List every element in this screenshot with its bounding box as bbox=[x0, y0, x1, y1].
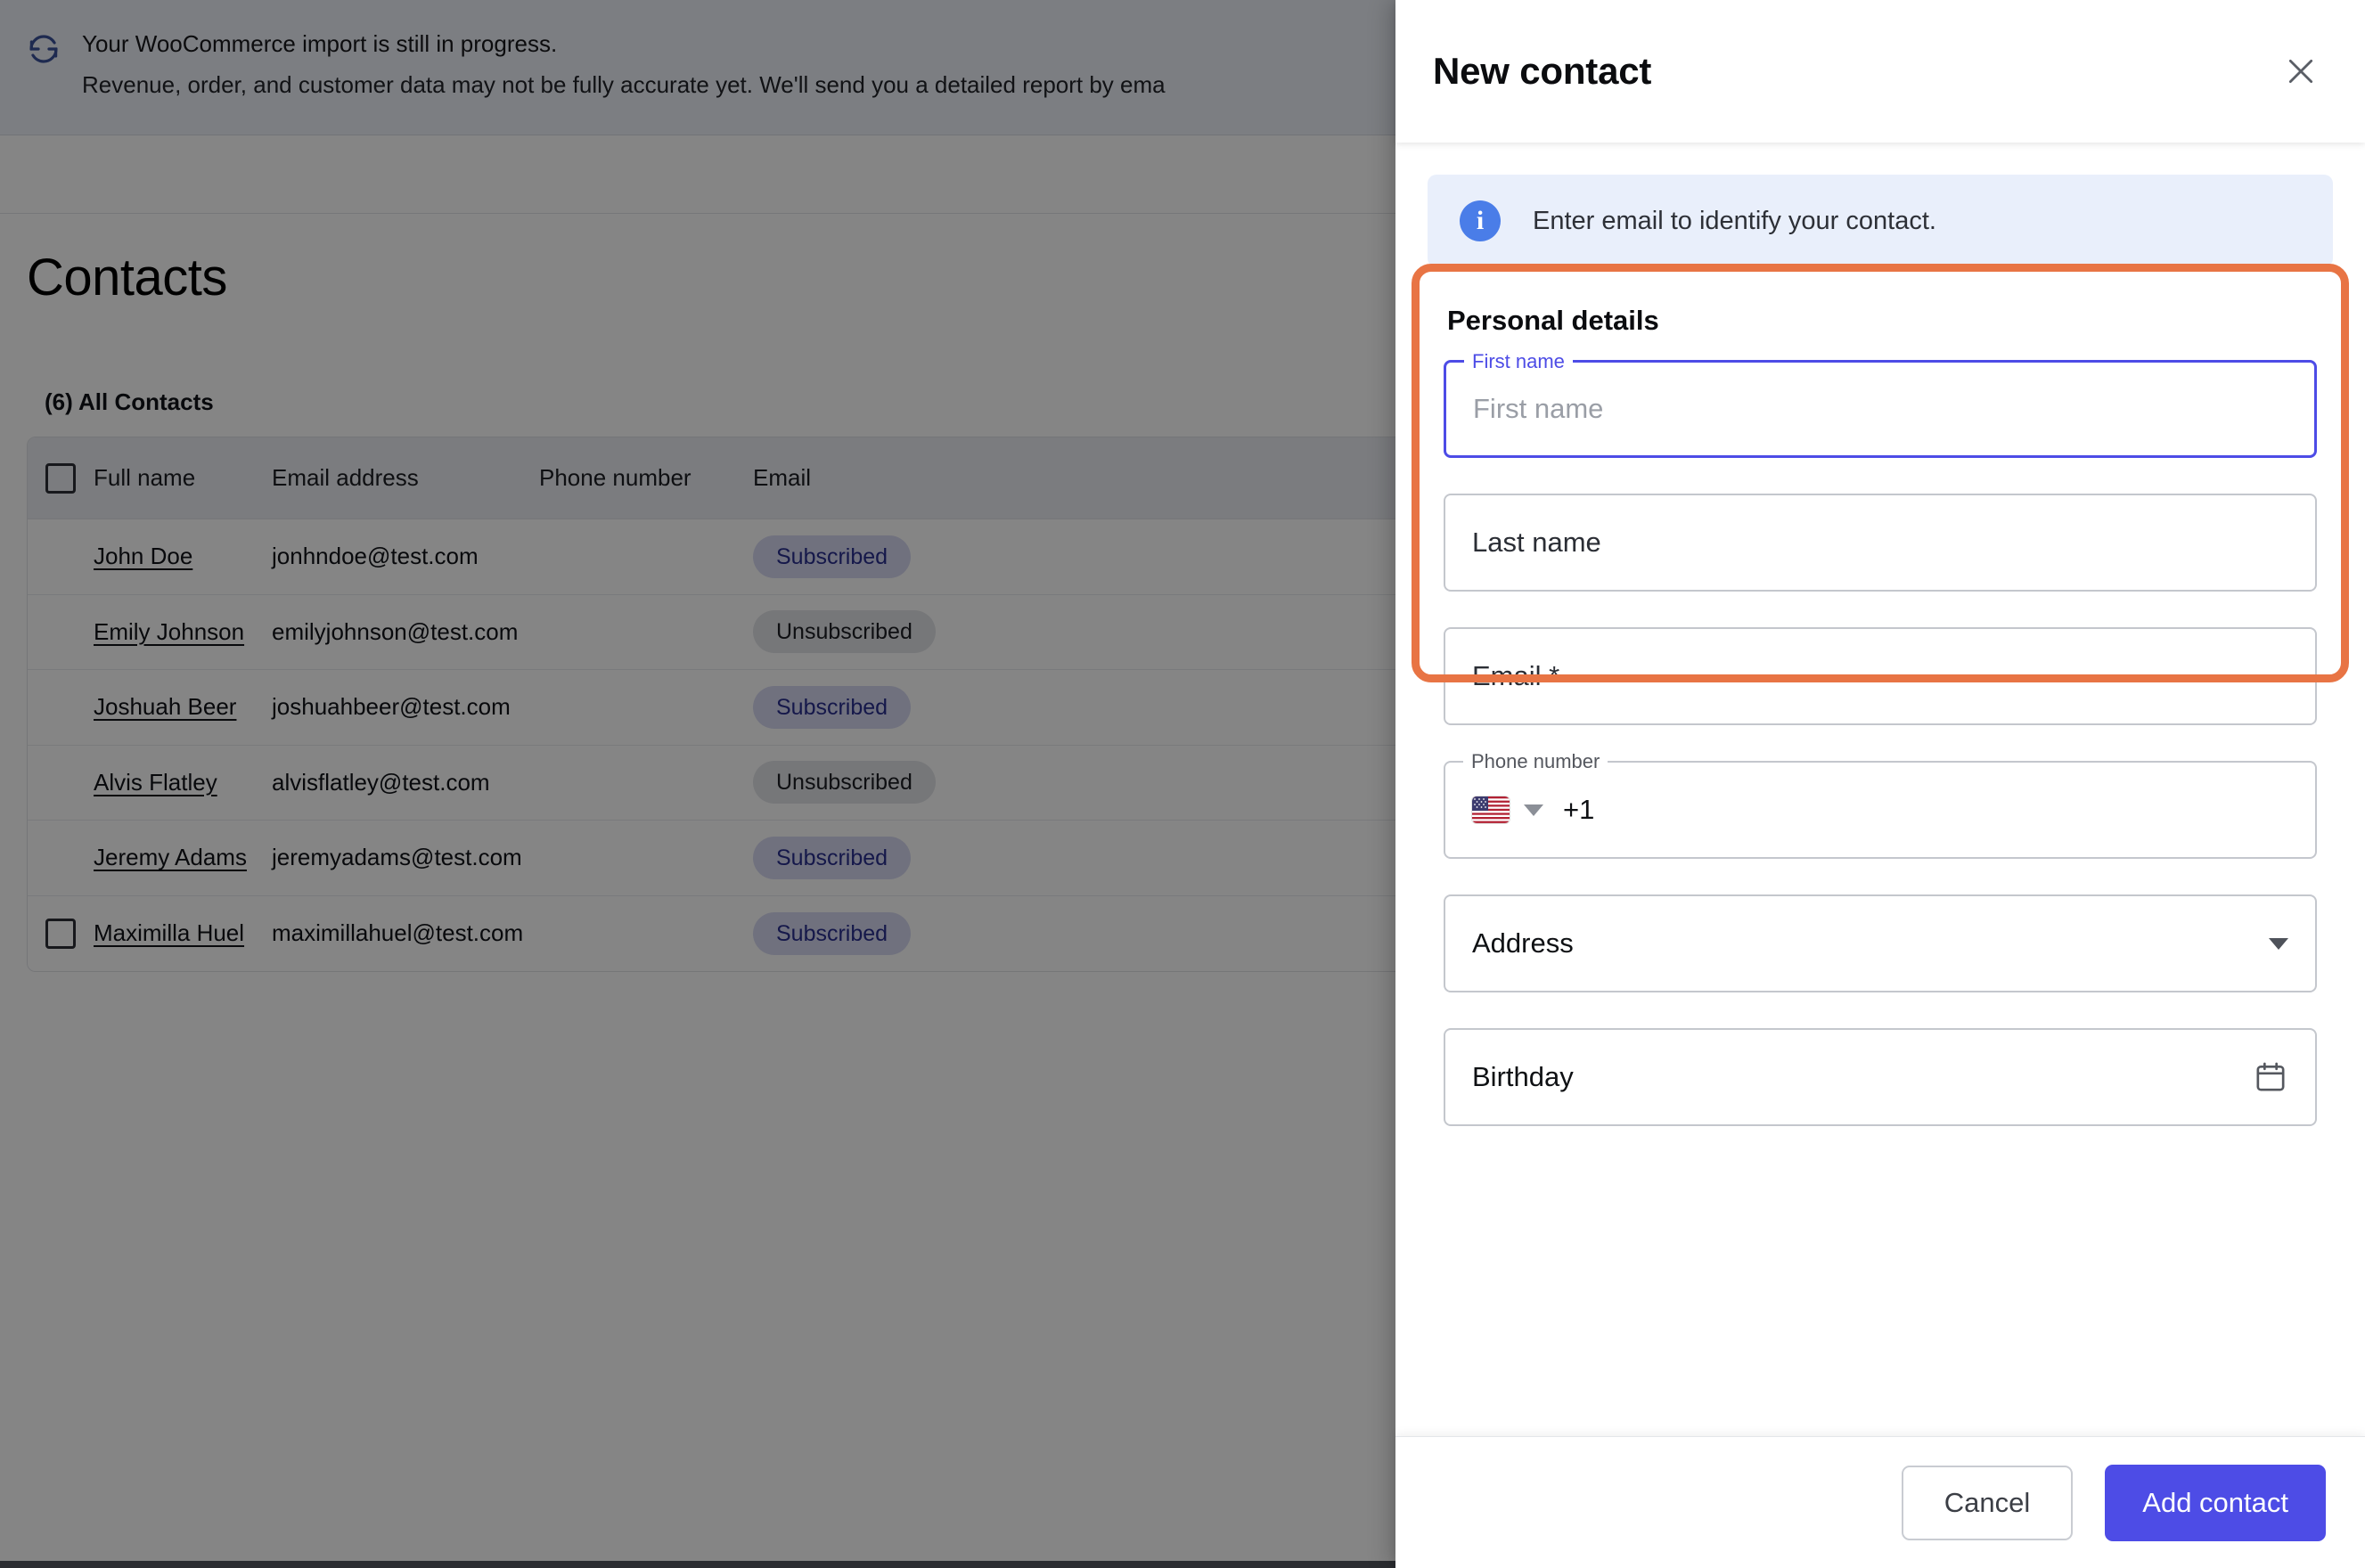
address-chevron-down-icon[interactable] bbox=[2269, 937, 2288, 950]
row-email-address: joshuahbeer@test.com bbox=[272, 693, 511, 721]
contacts-count-label: (6) All Contacts bbox=[45, 388, 214, 415]
row-email-address: maximillahuel@test.com bbox=[272, 919, 524, 947]
sync-icon bbox=[25, 30, 62, 68]
status-badge: Unsubscribed bbox=[753, 761, 936, 804]
contacts-page: Contacts (6) All Contacts Full name Emai… bbox=[0, 214, 1542, 1568]
info-banner: i Enter email to identify your contact. bbox=[1428, 175, 2333, 267]
notice-title: Your WooCommerce import is still in prog… bbox=[82, 30, 558, 57]
drawer-header: New contact bbox=[1395, 0, 2365, 143]
row-email-status: Unsubscribed bbox=[753, 610, 1011, 654]
table-row[interactable]: Joshuah Beer joshuahbeer@test.com Subscrib… bbox=[28, 670, 1541, 746]
contact-name-link[interactable]: Maximilla Huel bbox=[94, 919, 244, 946]
status-badge: Subscribed bbox=[753, 685, 912, 729]
row-checkbox[interactable] bbox=[28, 918, 94, 949]
info-icon: i bbox=[1460, 200, 1501, 241]
contact-name-link[interactable]: Jeremy Adams bbox=[94, 844, 247, 870]
page-title: Contacts bbox=[27, 249, 227, 306]
drawer-footer: Cancel Add contact bbox=[1395, 1436, 2365, 1568]
birthday-placeholder: Birthday bbox=[1472, 1061, 1574, 1092]
phone-number-label: Phone number bbox=[1463, 751, 1608, 772]
last-name-placeholder: Last name bbox=[1472, 527, 1601, 558]
row-email-status: Subscribed bbox=[753, 911, 1011, 955]
first-name-placeholder: First name bbox=[1473, 393, 1604, 424]
select-all-checkbox[interactable] bbox=[28, 462, 94, 494]
phone-dial-code: +1 bbox=[1563, 794, 1595, 825]
calendar-icon[interactable] bbox=[2253, 1059, 2288, 1095]
row-full-name: John Doe bbox=[94, 543, 272, 570]
os-taskbar bbox=[0, 1561, 1397, 1568]
country-chevron-down-icon[interactable] bbox=[1524, 804, 1543, 816]
checkbox-box bbox=[45, 462, 76, 494]
birthday-field[interactable]: Birthday bbox=[1444, 1028, 2317, 1126]
row-email-status: Subscribed bbox=[753, 685, 1011, 729]
row-email-address: jeremyadams@test.com bbox=[272, 844, 522, 871]
address-field[interactable]: Address bbox=[1444, 894, 2317, 992]
first-name-field[interactable]: First name First name bbox=[1444, 351, 2317, 458]
status-badge: Unsubscribed bbox=[753, 610, 936, 654]
status-badge: Subscribed bbox=[753, 836, 912, 879]
row-email-status: Subscribed bbox=[753, 535, 1011, 578]
info-banner-text: Enter email to identify your contact. bbox=[1533, 206, 1936, 235]
status-badge: Subscribed bbox=[753, 535, 912, 578]
drawer-body: i Enter email to identify your contact. … bbox=[1395, 143, 2365, 1436]
import-notice-banner: Your WooCommerce import is still in prog… bbox=[0, 0, 1397, 135]
table-row[interactable]: John Doe jonhndoe@test.com Subscribed bbox=[28, 519, 1541, 595]
last-name-field[interactable]: Last name bbox=[1444, 494, 2317, 592]
table-row[interactable]: Jeremy Adams jeremyadams@test.com Subscrib… bbox=[28, 821, 1541, 896]
close-icon[interactable] bbox=[2276, 46, 2326, 96]
row-email-status: Unsubscribed bbox=[753, 761, 1011, 804]
new-contact-drawer: New contact i Enter email to identify yo… bbox=[1395, 0, 2365, 1568]
cancel-button[interactable]: Cancel bbox=[1901, 1465, 2074, 1540]
row-email-address: jonhndoe@test.com bbox=[272, 543, 479, 570]
row-email-address: emilyjohnson@test.com bbox=[272, 617, 519, 645]
drawer-title: New contact bbox=[1433, 50, 1652, 92]
notice-subtitle: Revenue, order, and customer data may no… bbox=[82, 71, 1166, 98]
row-email-status: Subscribed bbox=[753, 836, 1011, 879]
contact-name-link[interactable]: John Doe bbox=[94, 543, 192, 569]
table-row[interactable]: Maximilla Huel maximillahuel@test.com Subs… bbox=[28, 895, 1541, 971]
contact-name-link[interactable]: Alvis Flatley bbox=[94, 769, 217, 796]
toolbar-strip bbox=[0, 135, 1397, 214]
row-full-name: Maximilla Huel bbox=[94, 919, 272, 947]
add-contact-button[interactable]: Add contact bbox=[2105, 1464, 2326, 1541]
email-placeholder: Email * bbox=[1472, 660, 1560, 691]
us-flag-icon bbox=[1472, 796, 1510, 823]
row-full-name: Emily Johnson bbox=[94, 618, 272, 646]
phone-number-field[interactable]: Phone number +1 bbox=[1444, 751, 2317, 859]
contact-name-link[interactable]: Emily Johnson bbox=[94, 618, 244, 645]
column-header-full-name[interactable]: Full name bbox=[94, 464, 272, 492]
section-title-personal-details: Personal details bbox=[1447, 305, 1659, 336]
row-full-name: Joshuah Beer bbox=[94, 693, 272, 721]
column-header-phone-number[interactable]: Phone number bbox=[539, 464, 753, 492]
status-badge: Subscribed bbox=[753, 911, 912, 955]
table-row[interactable]: Alvis Flatley alvisflatley@test.com Unsubs… bbox=[28, 745, 1541, 821]
column-header-email-address[interactable]: Email address bbox=[272, 464, 539, 492]
checkbox-box bbox=[45, 918, 76, 949]
row-full-name: Alvis Flatley bbox=[94, 769, 272, 796]
contacts-table: Full name Email address Phone number Ema… bbox=[27, 437, 1542, 972]
row-email-address: alvisflatley@test.com bbox=[272, 768, 490, 796]
table-body: John Doe jonhndoe@test.com Subscribed Emily… bbox=[28, 519, 1541, 971]
table-row[interactable]: Emily Johnson emilyjohnson@test.com Unsubs… bbox=[28, 594, 1541, 670]
contact-name-link[interactable]: Joshuah Beer bbox=[94, 693, 236, 720]
column-header-email-status[interactable]: Email bbox=[753, 464, 1011, 492]
address-placeholder: Address bbox=[1472, 927, 1574, 959]
first-name-label: First name bbox=[1464, 351, 1573, 372]
table-header-row: Full name Email address Phone number Ema… bbox=[28, 437, 1541, 519]
email-field[interactable]: Email * bbox=[1444, 627, 2317, 725]
row-full-name: Jeremy Adams bbox=[94, 844, 272, 871]
